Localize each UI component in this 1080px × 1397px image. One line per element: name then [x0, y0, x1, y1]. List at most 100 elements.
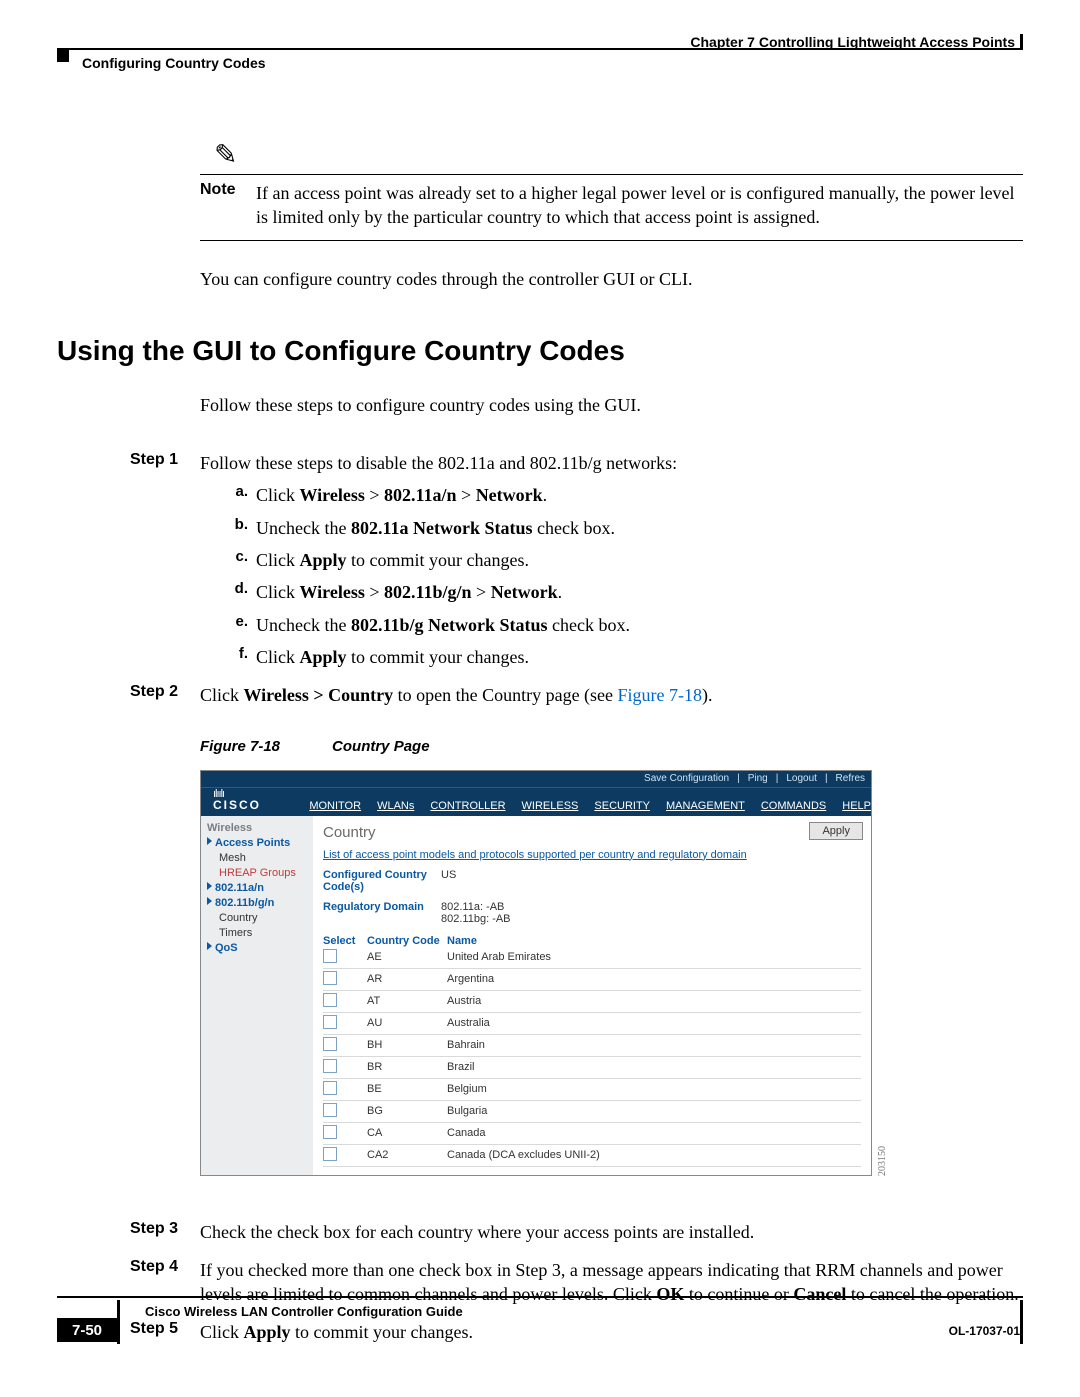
apply-button[interactable]: Apply — [809, 822, 863, 840]
sidebar-access-points[interactable]: Access Points — [215, 837, 290, 849]
country-code: AR — [367, 973, 447, 985]
menu-help[interactable]: HELP — [842, 800, 871, 812]
figure-link[interactable]: Figure 7-18 — [618, 685, 703, 705]
figure-title: Country Page — [332, 738, 430, 755]
sidebar-80211an[interactable]: 802.11a/n — [215, 882, 264, 894]
step-label: Step 3 — [130, 1220, 200, 1244]
country-name: Argentina — [447, 973, 494, 985]
country-table-body: AEUnited Arab EmiratesARArgentinaATAustr… — [323, 947, 861, 1167]
menu-commands[interactable]: COMMANDS — [761, 800, 826, 812]
intro-para-2: Follow these steps to configure country … — [200, 393, 1023, 417]
sub-text: Uncheck the 802.11a Network Status check… — [256, 516, 615, 540]
note-rule-top — [200, 174, 1023, 175]
country-checkbox[interactable] — [323, 1081, 337, 1095]
chevron-right-icon — [207, 882, 212, 890]
table-row: BGBulgaria — [323, 1101, 861, 1123]
intro-para: You can configure country codes through … — [200, 267, 1023, 291]
country-code: CA — [367, 1127, 447, 1139]
value-configured-country: US — [441, 869, 456, 893]
country-name: Austria — [447, 995, 481, 1007]
country-code: BH — [367, 1039, 447, 1051]
note-label: Note — [200, 181, 256, 230]
country-code: AE — [367, 951, 447, 963]
step-text: Check the check box for each country whe… — [200, 1220, 1023, 1244]
country-checkbox[interactable] — [323, 1059, 337, 1073]
country-checkbox[interactable] — [323, 993, 337, 1007]
step-text: Click Apply to commit your changes. — [200, 1320, 1023, 1344]
menu-management[interactable]: MANAGEMENT — [666, 800, 745, 812]
step-4: Step 4 If you checked more than one chec… — [57, 1258, 1023, 1307]
country-code: AU — [367, 1017, 447, 1029]
sub-text: Click Wireless > 802.11b/g/n > Network. — [256, 580, 562, 604]
note-block: ✎ Note If an access point was already se… — [200, 138, 1023, 241]
country-checkbox[interactable] — [323, 1037, 337, 1051]
header-tick — [1020, 34, 1023, 48]
country-name: Australia — [447, 1017, 490, 1029]
note-text: If an access point was already set to a … — [256, 181, 1023, 230]
link-logout[interactable]: Logout — [786, 773, 817, 784]
step-1f: f. Click Apply to commit your changes. — [222, 645, 1023, 669]
country-code: BG — [367, 1105, 447, 1117]
country-checkbox[interactable] — [323, 1125, 337, 1139]
note-rule-bottom — [200, 240, 1023, 241]
country-name: Bulgaria — [447, 1105, 487, 1117]
link-ap-models[interactable]: List of access point models and protocol… — [323, 849, 861, 861]
step-text: If you checked more than one check box i… — [200, 1258, 1023, 1307]
step-text: Click Wireless > Country to open the Cou… — [200, 683, 1023, 707]
country-checkbox[interactable] — [323, 949, 337, 963]
step-1b: b. Uncheck the 802.11a Network Status ch… — [222, 516, 1023, 540]
chapter-title: Chapter 7 Controlling Lightweight Access… — [690, 34, 1015, 50]
country-name: United Arab Emirates — [447, 951, 551, 963]
menu-wlans[interactable]: WLANs — [377, 800, 414, 812]
step-label: Step 1 — [130, 451, 200, 475]
screenshot-country-page: Save Configuration| Ping| Logout| Refres… — [200, 770, 872, 1176]
country-checkbox[interactable] — [323, 1147, 337, 1161]
sidebar-mesh[interactable]: Mesh — [219, 852, 246, 864]
menu-wireless[interactable]: WIRELESS — [522, 800, 579, 812]
country-code: CA2 — [367, 1149, 447, 1161]
step-label: Step 2 — [130, 683, 200, 707]
country-checkbox[interactable] — [323, 1103, 337, 1117]
sub-text: Click Apply to commit your changes. — [256, 645, 529, 669]
country-code: AT — [367, 995, 447, 1007]
country-checkbox[interactable] — [323, 1015, 337, 1029]
sidebar-country[interactable]: Country — [219, 912, 258, 924]
gui-page-title: Country — [323, 824, 861, 841]
country-name: Bahrain — [447, 1039, 485, 1051]
sub-label: a. — [222, 483, 256, 507]
section-title: Configuring Country Codes — [82, 55, 266, 71]
country-name: Canada — [447, 1127, 486, 1139]
step-1e: e. Uncheck the 802.11b/g Network Status … — [222, 613, 1023, 637]
step-1c: c. Click Apply to commit your changes. — [222, 548, 1023, 572]
link-refresh[interactable]: Refres — [836, 773, 865, 784]
sub-label: b. — [222, 516, 256, 540]
table-row: BEBelgium — [323, 1079, 861, 1101]
figure-caption: Figure 7-18 Country Page — [200, 738, 1023, 756]
chevron-right-icon — [207, 897, 212, 905]
step-5: Step 5 Click Apply to commit your change… — [57, 1320, 1023, 1344]
footer-ol-number: OL-17037-01 — [949, 1324, 1020, 1338]
sidebar-80211bgn[interactable]: 802.11b/g/n — [215, 897, 274, 909]
table-row: ATAustria — [323, 991, 861, 1013]
country-checkbox[interactable] — [323, 971, 337, 985]
table-row: ARArgentina — [323, 969, 861, 991]
table-row: CA2Canada (DCA excludes UNII-2) — [323, 1145, 861, 1167]
sidebar-qos[interactable]: QoS — [215, 942, 238, 954]
sidebar-hreap[interactable]: HREAP Groups — [219, 867, 296, 879]
th-name: Name — [447, 935, 477, 947]
country-table-header: Select Country Code Name — [323, 935, 861, 947]
step-3: Step 3 Check the check box for each coun… — [57, 1220, 1023, 1244]
link-save-config[interactable]: Save Configuration — [644, 773, 729, 784]
link-ping[interactable]: Ping — [748, 773, 768, 784]
menu-monitor[interactable]: MONITOR — [309, 800, 361, 812]
gui-sidebar: Wireless Access Points Mesh HREAP Groups… — [201, 816, 313, 1175]
menu-security[interactable]: SECURITY — [594, 800, 650, 812]
sub-text: Click Apply to commit your changes. — [256, 548, 529, 572]
sub-label: d. — [222, 580, 256, 604]
step-1a: a. Click Wireless > 802.11a/n > Network. — [222, 483, 1023, 507]
sidebar-timers[interactable]: Timers — [219, 927, 252, 939]
gui-menu-bar: ılıılı CISCO MONITOR WLANs CONTROLLER WI… — [201, 788, 871, 816]
content: ✎ Note If an access point was already se… — [57, 120, 1023, 1345]
step-1: Step 1 Follow these steps to disable the… — [57, 451, 1023, 475]
menu-controller[interactable]: CONTROLLER — [430, 800, 505, 812]
